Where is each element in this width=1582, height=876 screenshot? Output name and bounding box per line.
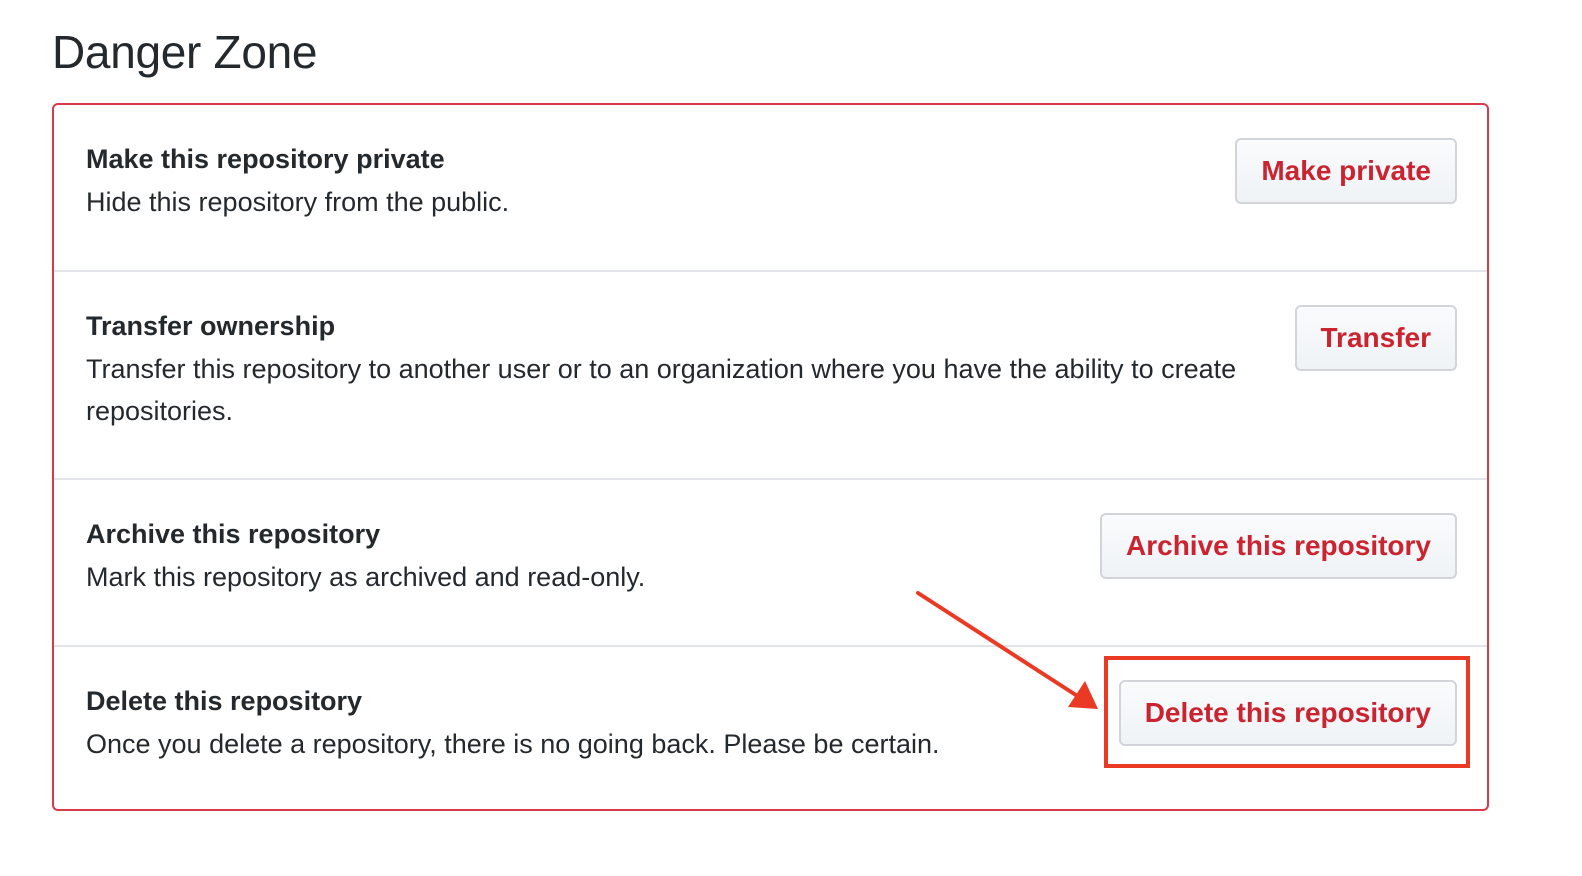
make-private-button[interactable]: Make private — [1235, 138, 1457, 204]
annotation-highlight-box — [1104, 656, 1470, 768]
transfer-button[interactable]: Transfer — [1294, 305, 1457, 371]
row-title: Make this repository private — [86, 144, 445, 174]
row-title: Transfer ownership — [86, 311, 336, 341]
row-description: Hide this repository from the public. — [86, 187, 510, 217]
archive-repository-button[interactable]: Archive this repository — [1100, 513, 1457, 579]
row-description: Once you delete a repository, there is n… — [86, 729, 940, 759]
row-title: Delete this repository — [86, 686, 363, 716]
row-description: Mark this repository as archived and rea… — [86, 562, 646, 592]
row-title: Archive this repository — [86, 519, 381, 549]
row-description: Transfer this repository to another user… — [86, 354, 1237, 426]
danger-row-transfer: Transfer ownership Transfer this reposit… — [54, 272, 1487, 479]
danger-row-archive: Archive this repository Mark this reposi… — [54, 480, 1487, 646]
danger-row-make-private: Make this repository private Hide this r… — [54, 105, 1487, 271]
page-title: Danger Zone — [52, 26, 318, 78]
